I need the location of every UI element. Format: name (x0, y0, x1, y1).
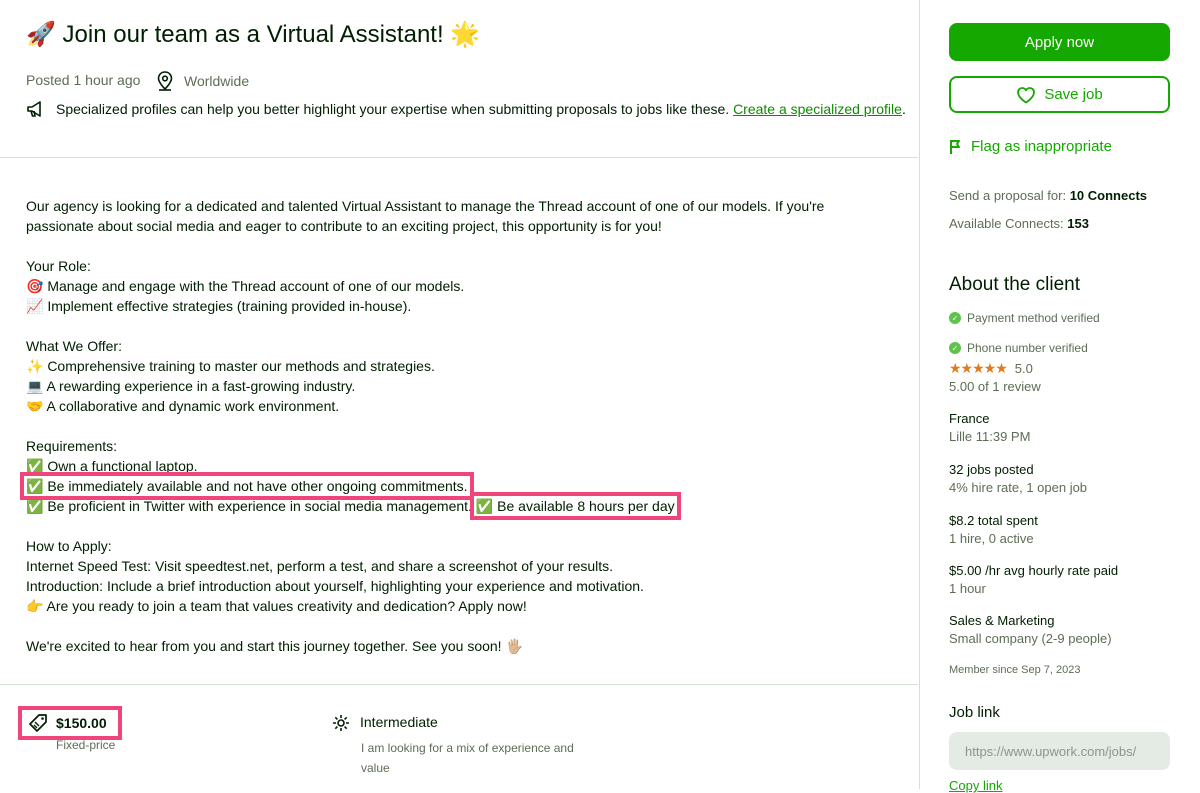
budget-type: Fixed-price (56, 738, 116, 752)
send-proposal-value: 10 Connects (1069, 188, 1148, 203)
divider (0, 684, 918, 685)
experience-level: Intermediate (332, 714, 438, 732)
location: Worldwide (156, 71, 249, 91)
experience-level-icon (333, 715, 349, 731)
job-sidebar: Apply now Save job Flag as inappropriate… (919, 0, 1200, 793)
offer-item: 🤝 A collaborative and dynamic work envir… (26, 398, 340, 414)
heart-icon (1017, 86, 1036, 103)
hires: 1 hire, 0 active (949, 531, 1034, 546)
hours: 1 hour (949, 581, 986, 596)
role-item: 🎯 Manage and engage with the Thread acco… (26, 278, 465, 294)
megaphone-icon (27, 101, 41, 117)
save-job-label: Save job (1044, 86, 1103, 103)
description-closing: We're excited to hear from you and start… (26, 638, 523, 654)
role-heading: Your Role: (26, 258, 91, 274)
apply-item: 👉 Are you ready to join a team that valu… (26, 598, 527, 614)
client-rate: $5.00 /hr avg hourly rate paid 1 hour (949, 562, 1118, 598)
apply-heading: How to Apply: (26, 538, 112, 554)
experience-level-desc: I am looking for a mix of experience and… (361, 741, 574, 775)
flag-label: Flag as inappropriate (971, 138, 1112, 155)
save-job-button[interactable]: Save job (949, 76, 1170, 113)
payment-verified: ✓ Payment method verified (949, 311, 1100, 325)
phone-verified: ✓ Phone number verified (949, 341, 1088, 355)
specialized-profile-note: Specialized profiles can help you better… (26, 100, 906, 118)
apply-now-button[interactable]: Apply now (949, 23, 1170, 61)
client-location: France Lille 11:39 PM (949, 410, 1030, 446)
avg-hourly-rate: $5.00 /hr avg hourly rate paid (949, 563, 1119, 578)
price-tag-icon (29, 714, 47, 732)
flag-inappropriate-link[interactable]: Flag as inappropriate (949, 138, 1112, 155)
divider (0, 157, 918, 158)
job-link-input[interactable] (949, 732, 1170, 770)
jobs-posted: 32 jobs posted (949, 462, 1034, 477)
requirement-item: ✅ Own a functional laptop. (26, 458, 198, 474)
available-connects-label: Available Connects: (949, 216, 1068, 231)
send-proposal-label: Send a proposal for: (949, 188, 1070, 203)
copy-link[interactable]: Copy link (949, 778, 1002, 793)
offer-heading: What We Offer: (26, 338, 122, 354)
budget-amount: $150.00 (56, 715, 107, 731)
flag-icon (950, 139, 960, 154)
client-industry: Sales & Marketing Small company (2-9 peo… (949, 612, 1112, 648)
requirement-item-highlighted: ✅ Be immediately available and not have … (20, 472, 474, 500)
experience-level-title: Intermediate (360, 714, 438, 730)
client-city-time: Lille 11:39 PM (949, 429, 1031, 444)
member-since: Member since Sep 7, 2023 (949, 664, 1081, 676)
location-text: Worldwide (184, 73, 250, 89)
budget-price: $150.00 (18, 706, 122, 740)
client-rating: ★★★★★ 5.0 (949, 360, 1033, 377)
period: . (901, 101, 906, 117)
client-jobs: 32 jobs posted 4% hire rate, 1 open job (949, 461, 1087, 497)
specialized-text: Specialized profiles can help you better… (56, 101, 730, 117)
create-specialized-profile-link[interactable]: Create a specialized profile (733, 101, 902, 117)
job-link-heading: Job link (949, 704, 1000, 721)
phone-verified-text: Phone number verified (967, 341, 1088, 355)
industry: Sales & Marketing (949, 613, 1055, 628)
client-spend: $8.2 total spent 1 hire, 0 active (949, 512, 1038, 548)
location-pin-icon (157, 71, 173, 91)
job-details-panel: 🚀 Join our team as a Virtual Assistant! … (0, 0, 918, 789)
description-intro: Our agency is looking for a dedicated an… (26, 198, 825, 234)
hire-rate: 4% hire rate, 1 open job (949, 480, 1088, 495)
requirement-item: ✅ Be proficient in Twitter with experien… (26, 498, 472, 514)
available-connects-value: 153 (1067, 216, 1089, 231)
requirements-heading: Requirements: (26, 438, 118, 454)
review-count: 5.00 of 1 review (949, 379, 1041, 394)
client-country: France (949, 411, 990, 426)
apply-item: Internet Speed Test: Visit speedtest.net… (26, 558, 614, 574)
apply-item: Introduction: Include a brief introducti… (26, 578, 644, 594)
verified-check-icon: ✓ (949, 342, 961, 354)
rating-value: 5.0 (1014, 361, 1033, 376)
offer-item: 💻 A rewarding experience in a fast-growi… (26, 378, 356, 394)
company-size: Small company (2-9 people) (949, 631, 1112, 646)
job-title: 🚀 Join our team as a Virtual Assistant! … (26, 21, 481, 48)
payment-verified-text: Payment method verified (967, 311, 1100, 325)
about-client-heading: About the client (949, 274, 1080, 295)
connects-info: Send a proposal for: 10 Connects Availab… (949, 182, 1147, 238)
total-spent: $8.2 total spent (949, 513, 1038, 528)
offer-item: ✨ Comprehensive training to master our m… (26, 358, 435, 374)
requirement-item-highlighted: ✅ Be available 8 hours per day (469, 492, 681, 520)
role-item: 📈 Implement effective strategies (traini… (26, 298, 412, 314)
star-icon: ★★★★★ (949, 360, 1008, 376)
posted-time: Posted 1 hour ago (26, 72, 141, 88)
job-description: Our agency is looking for a dedicated an… (20, 196, 876, 656)
verified-check-icon: ✓ (949, 312, 961, 324)
